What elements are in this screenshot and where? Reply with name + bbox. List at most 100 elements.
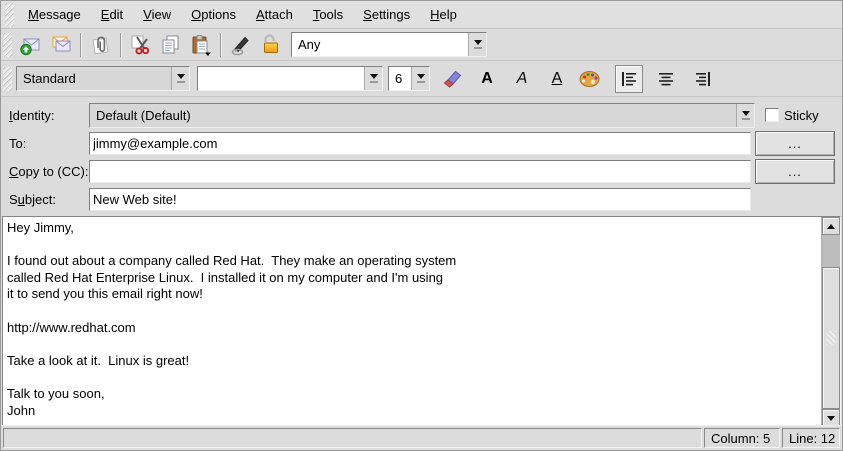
message-body-text[interactable]: Hey Jimmy, I found out about a company c… bbox=[3, 217, 821, 427]
message-headers: Identity: Default (Default) Sticky To: .… bbox=[1, 97, 842, 215]
italic-icon: A bbox=[517, 71, 528, 87]
align-right-icon bbox=[693, 69, 713, 89]
to-row: To: ... bbox=[1, 129, 842, 157]
attach-file-icon bbox=[89, 33, 113, 57]
send-mail-icon bbox=[19, 33, 43, 57]
sticky-label: Sticky bbox=[784, 108, 819, 123]
text-color-button[interactable] bbox=[576, 65, 604, 93]
bold-icon: A bbox=[481, 71, 493, 87]
editor-scrollbar[interactable] bbox=[821, 217, 840, 427]
body-line bbox=[7, 336, 817, 353]
subject-row: Subject: bbox=[1, 185, 842, 213]
identity-value: Default (Default) bbox=[90, 104, 736, 127]
cut-button[interactable] bbox=[127, 31, 155, 59]
toolbar-gripper[interactable] bbox=[3, 67, 12, 91]
toolbar-separator bbox=[80, 33, 82, 57]
toolbar-separator bbox=[220, 33, 222, 57]
menu-settings[interactable]: Settings bbox=[353, 1, 420, 28]
sticky-checkbox[interactable] bbox=[765, 108, 779, 122]
subject-label: Subject: bbox=[1, 192, 89, 207]
cut-icon bbox=[129, 33, 153, 57]
menu-edit[interactable]: Edit bbox=[91, 1, 133, 28]
cc-input[interactable] bbox=[89, 160, 751, 183]
menu-view[interactable]: View bbox=[133, 1, 181, 28]
status-bar: Column: 5 Line: 12 bbox=[1, 425, 842, 450]
bold-button[interactable]: A bbox=[473, 65, 501, 93]
font-family-combobox[interactable] bbox=[197, 66, 383, 91]
paste-button[interactable] bbox=[187, 31, 215, 59]
text-color-icon bbox=[578, 67, 602, 91]
cc-label: Copy to (CC): bbox=[1, 164, 89, 179]
select-cc-recipients-button[interactable]: ... bbox=[755, 159, 835, 184]
menubar-gripper[interactable] bbox=[5, 3, 14, 27]
body-line: called Red Hat Enterprise Linux. I insta… bbox=[7, 270, 817, 287]
paste-icon bbox=[189, 33, 213, 57]
format-toolbar: Standard 6 A A A bbox=[1, 61, 842, 97]
body-line: Hey Jimmy, bbox=[7, 220, 817, 237]
menu-options[interactable]: Options bbox=[181, 1, 246, 28]
align-center-button[interactable] bbox=[652, 65, 680, 93]
toolbar-separator bbox=[120, 33, 122, 57]
composer-window: Message Edit View Options Attach Tools S… bbox=[0, 0, 843, 451]
italic-button[interactable]: A bbox=[508, 65, 536, 93]
align-left-button[interactable] bbox=[615, 65, 643, 93]
underline-button[interactable]: A bbox=[543, 65, 571, 93]
body-line bbox=[7, 369, 817, 386]
identity-combobox[interactable]: Default (Default) bbox=[89, 103, 755, 128]
chevron-down-icon bbox=[468, 33, 486, 56]
align-left-icon bbox=[619, 69, 639, 89]
send-button[interactable] bbox=[17, 31, 45, 59]
chevron-down-icon bbox=[411, 67, 429, 90]
scrollbar-thumb[interactable] bbox=[822, 267, 840, 409]
toolbar-gripper[interactable] bbox=[3, 33, 12, 57]
copy-icon bbox=[159, 33, 183, 57]
menu-message[interactable]: Message bbox=[18, 1, 91, 28]
body-line: it to send you this email right now! bbox=[7, 286, 817, 303]
status-column-indicator: Column: 5 bbox=[704, 428, 780, 448]
recipient-filter-combobox[interactable]: Any bbox=[291, 32, 487, 57]
menu-bar: Message Edit View Options Attach Tools S… bbox=[1, 1, 842, 29]
scroll-up-button[interactable] bbox=[822, 217, 840, 235]
queue-button[interactable] bbox=[47, 31, 75, 59]
cc-row: Copy to (CC): ... bbox=[1, 157, 842, 185]
chevron-down-icon bbox=[364, 67, 382, 90]
align-center-icon bbox=[656, 69, 676, 89]
main-toolbar: Any bbox=[1, 29, 842, 61]
body-line: Take a look at it. Linux is great! bbox=[7, 353, 817, 370]
to-input[interactable] bbox=[89, 132, 751, 155]
menu-tools[interactable]: Tools bbox=[303, 1, 353, 28]
to-label: To: bbox=[1, 136, 89, 151]
sign-button[interactable] bbox=[227, 31, 255, 59]
remove-formatting-button[interactable] bbox=[438, 65, 466, 93]
underline-icon: A bbox=[552, 71, 563, 87]
align-right-button[interactable] bbox=[689, 65, 717, 93]
sign-message-icon bbox=[229, 33, 253, 57]
body-line bbox=[7, 237, 817, 254]
identity-label: Identity: bbox=[1, 108, 89, 123]
body-line: Talk to you soon, bbox=[7, 386, 817, 403]
subject-input[interactable] bbox=[89, 188, 751, 211]
body-line: http://www.redhat.com bbox=[7, 320, 817, 337]
identity-row: Identity: Default (Default) Sticky bbox=[1, 101, 842, 129]
body-line: I found out about a company called Red H… bbox=[7, 253, 817, 270]
chevron-down-icon bbox=[171, 67, 189, 90]
recipient-filter-value: Any bbox=[292, 33, 468, 56]
scrollbar-track[interactable] bbox=[822, 235, 840, 409]
encrypt-button[interactable] bbox=[257, 31, 285, 59]
body-line bbox=[7, 303, 817, 320]
font-family-value bbox=[198, 67, 364, 90]
queue-mail-icon bbox=[49, 33, 73, 57]
copy-button[interactable] bbox=[157, 31, 185, 59]
paragraph-style-combobox[interactable]: Standard bbox=[16, 66, 190, 91]
menu-attach[interactable]: Attach bbox=[246, 1, 303, 28]
attach-file-button[interactable] bbox=[87, 31, 115, 59]
encrypt-message-icon bbox=[259, 33, 283, 57]
font-size-combobox[interactable]: 6 bbox=[388, 66, 430, 91]
message-body-editor[interactable]: Hey Jimmy, I found out about a company c… bbox=[2, 216, 841, 428]
body-line: John bbox=[7, 403, 817, 420]
select-to-recipients-button[interactable]: ... bbox=[755, 131, 835, 156]
status-message-panel bbox=[3, 428, 702, 448]
chevron-down-icon bbox=[736, 104, 754, 127]
menu-help[interactable]: Help bbox=[420, 1, 467, 28]
font-size-value: 6 bbox=[389, 67, 411, 90]
